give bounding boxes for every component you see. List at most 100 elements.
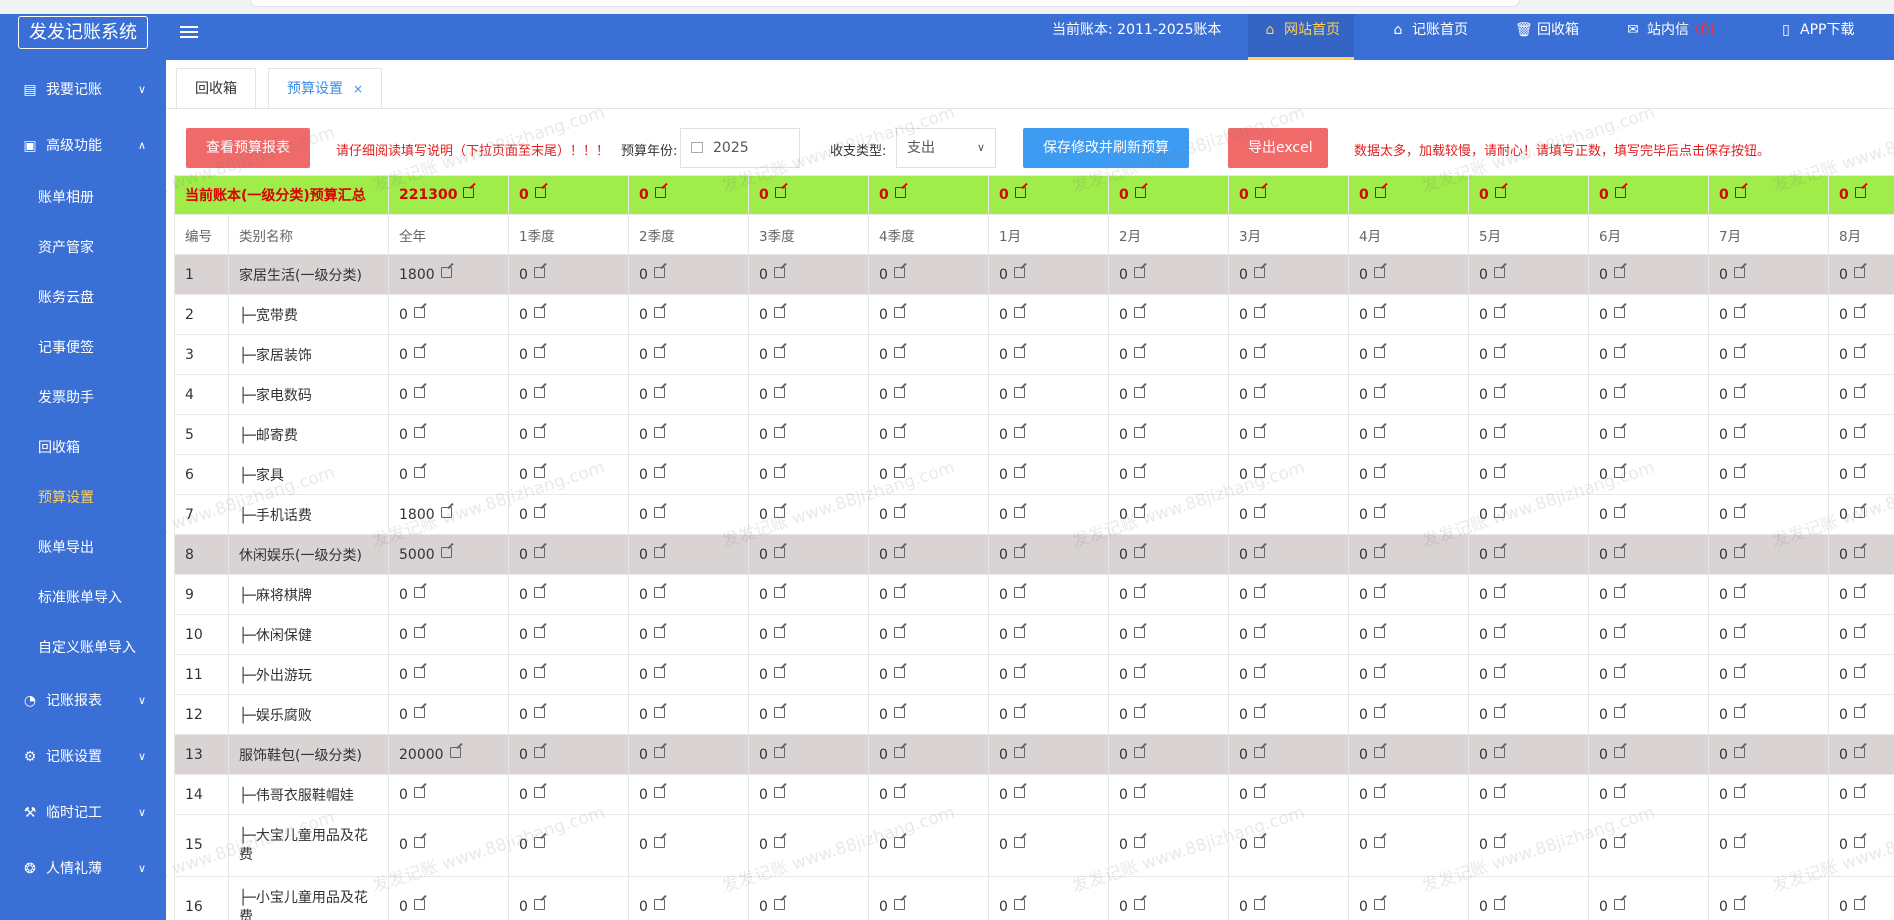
budget-cell[interactable]: 0 bbox=[1108, 374, 1230, 415]
budget-cell[interactable]: 0 bbox=[1348, 334, 1470, 375]
edit-icon[interactable] bbox=[773, 586, 785, 598]
budget-cell[interactable]: 0 bbox=[1588, 814, 1710, 877]
edit-icon[interactable] bbox=[1853, 386, 1865, 398]
edit-icon[interactable] bbox=[1133, 466, 1145, 478]
budget-cell[interactable]: 0 bbox=[1588, 734, 1710, 775]
edit-icon[interactable] bbox=[1013, 706, 1025, 718]
budget-cell[interactable]: 0 bbox=[868, 254, 990, 295]
budget-cell[interactable]: 0 bbox=[1348, 494, 1470, 535]
edit-icon[interactable] bbox=[1373, 706, 1385, 718]
edit-icon[interactable] bbox=[1853, 266, 1865, 278]
edit-icon[interactable] bbox=[1013, 386, 1025, 398]
edit-icon[interactable] bbox=[533, 346, 545, 358]
edit-icon[interactable] bbox=[1493, 666, 1505, 678]
budget-cell[interactable]: 0 bbox=[868, 534, 990, 575]
edit-icon[interactable] bbox=[1853, 706, 1865, 718]
edit-icon[interactable] bbox=[1854, 187, 1866, 198]
edit-icon[interactable] bbox=[1493, 626, 1505, 638]
budget-cell[interactable]: 0 bbox=[988, 654, 1110, 695]
edit-icon[interactable] bbox=[413, 706, 425, 718]
edit-icon[interactable] bbox=[1853, 837, 1865, 848]
budget-cell[interactable]: 0 bbox=[868, 694, 990, 735]
edit-icon[interactable] bbox=[893, 626, 905, 638]
budget-cell[interactable]: 0 bbox=[748, 654, 870, 695]
edit-icon[interactable] bbox=[1373, 426, 1385, 438]
budget-cell[interactable]: 0 bbox=[1828, 534, 1894, 575]
tab-budget-settings[interactable]: 预算设置 × bbox=[268, 68, 383, 109]
edit-icon[interactable] bbox=[1613, 306, 1625, 318]
budget-cell[interactable]: 0 bbox=[1348, 654, 1470, 695]
edit-icon[interactable] bbox=[1013, 586, 1025, 598]
edit-icon[interactable] bbox=[1373, 746, 1385, 758]
edit-icon[interactable] bbox=[773, 626, 785, 638]
budget-cell[interactable]: 0 bbox=[628, 614, 750, 655]
edit-icon[interactable] bbox=[653, 466, 665, 478]
budget-cell[interactable]: 0 bbox=[1108, 494, 1230, 535]
budget-cell-year[interactable]: 1800 bbox=[388, 254, 510, 295]
edit-icon[interactable] bbox=[1373, 386, 1385, 398]
budget-cell[interactable]: 0 bbox=[1348, 694, 1470, 735]
edit-icon[interactable] bbox=[773, 386, 785, 398]
edit-icon[interactable] bbox=[1133, 386, 1145, 398]
budget-cell[interactable]: 0 bbox=[1348, 534, 1470, 575]
budget-cell[interactable]: 0 bbox=[1588, 654, 1710, 695]
budget-cell[interactable]: 0 bbox=[1228, 534, 1350, 575]
edit-icon[interactable] bbox=[773, 506, 785, 518]
budget-cell[interactable]: 0 bbox=[1108, 454, 1230, 495]
budget-cell[interactable]: 0 bbox=[748, 254, 870, 295]
budget-cell-year[interactable]: 5000 bbox=[388, 534, 510, 575]
budget-cell[interactable]: 0 bbox=[1708, 494, 1830, 535]
budget-cell[interactable]: 0 bbox=[748, 774, 870, 815]
edit-icon[interactable] bbox=[773, 837, 785, 848]
app-logo[interactable]: 发发记账系统 bbox=[18, 16, 148, 49]
edit-icon[interactable] bbox=[533, 466, 545, 478]
edit-icon[interactable] bbox=[413, 426, 425, 438]
budget-cell[interactable]: 0 bbox=[1468, 614, 1590, 655]
budget-cell[interactable]: 0 bbox=[1588, 454, 1710, 495]
edit-icon[interactable] bbox=[893, 706, 905, 718]
summary-cell[interactable]: 0 bbox=[1708, 175, 1830, 215]
edit-icon[interactable] bbox=[1853, 466, 1865, 478]
budget-cell[interactable]: 0 bbox=[988, 294, 1110, 335]
budget-cell[interactable]: 0 bbox=[508, 734, 630, 775]
budget-cell[interactable]: 0 bbox=[748, 454, 870, 495]
budget-cell-year[interactable]: 0 bbox=[388, 294, 510, 335]
budget-cell[interactable]: 0 bbox=[1708, 574, 1830, 615]
budget-cell[interactable]: 0 bbox=[508, 294, 630, 335]
summary-cell[interactable]: 0 bbox=[988, 175, 1110, 215]
budget-cell[interactable]: 0 bbox=[508, 814, 630, 877]
budget-cell[interactable]: 0 bbox=[1468, 694, 1590, 735]
budget-cell[interactable]: 0 bbox=[1348, 734, 1470, 775]
edit-icon[interactable] bbox=[533, 386, 545, 398]
edit-icon[interactable] bbox=[1133, 746, 1145, 758]
budget-cell[interactable]: 0 bbox=[1588, 614, 1710, 655]
edit-icon[interactable] bbox=[413, 899, 425, 910]
budget-cell[interactable]: 0 bbox=[508, 334, 630, 375]
edit-icon[interactable] bbox=[1613, 706, 1625, 718]
budget-cell[interactable]: 0 bbox=[628, 334, 750, 375]
budget-cell[interactable]: 0 bbox=[988, 876, 1110, 920]
edit-icon[interactable] bbox=[1733, 426, 1745, 438]
edit-icon[interactable] bbox=[1734, 187, 1746, 198]
budget-cell[interactable]: 0 bbox=[508, 876, 630, 920]
edit-icon[interactable] bbox=[413, 306, 425, 318]
budget-cell[interactable]: 0 bbox=[1708, 254, 1830, 295]
edit-icon[interactable] bbox=[440, 546, 452, 558]
budget-cell[interactable]: 0 bbox=[508, 254, 630, 295]
budget-cell[interactable]: 0 bbox=[628, 814, 750, 877]
budget-cell[interactable]: 0 bbox=[1588, 694, 1710, 735]
budget-cell[interactable]: 0 bbox=[1348, 294, 1470, 335]
edit-icon[interactable] bbox=[1253, 746, 1265, 758]
edit-icon[interactable] bbox=[1373, 899, 1385, 910]
edit-icon[interactable] bbox=[653, 899, 665, 910]
edit-icon[interactable] bbox=[1133, 586, 1145, 598]
edit-icon[interactable] bbox=[440, 506, 452, 518]
budget-cell[interactable]: 0 bbox=[1708, 534, 1830, 575]
budget-cell-year[interactable]: 0 bbox=[388, 654, 510, 695]
edit-icon[interactable] bbox=[1733, 626, 1745, 638]
budget-cell[interactable]: 0 bbox=[508, 694, 630, 735]
sidebar-group-settings[interactable]: ⚙ 记账设置 ∨ bbox=[0, 737, 166, 777]
budget-cell[interactable]: 0 bbox=[1708, 294, 1830, 335]
edit-icon[interactable] bbox=[1253, 426, 1265, 438]
edit-icon[interactable] bbox=[1613, 346, 1625, 358]
